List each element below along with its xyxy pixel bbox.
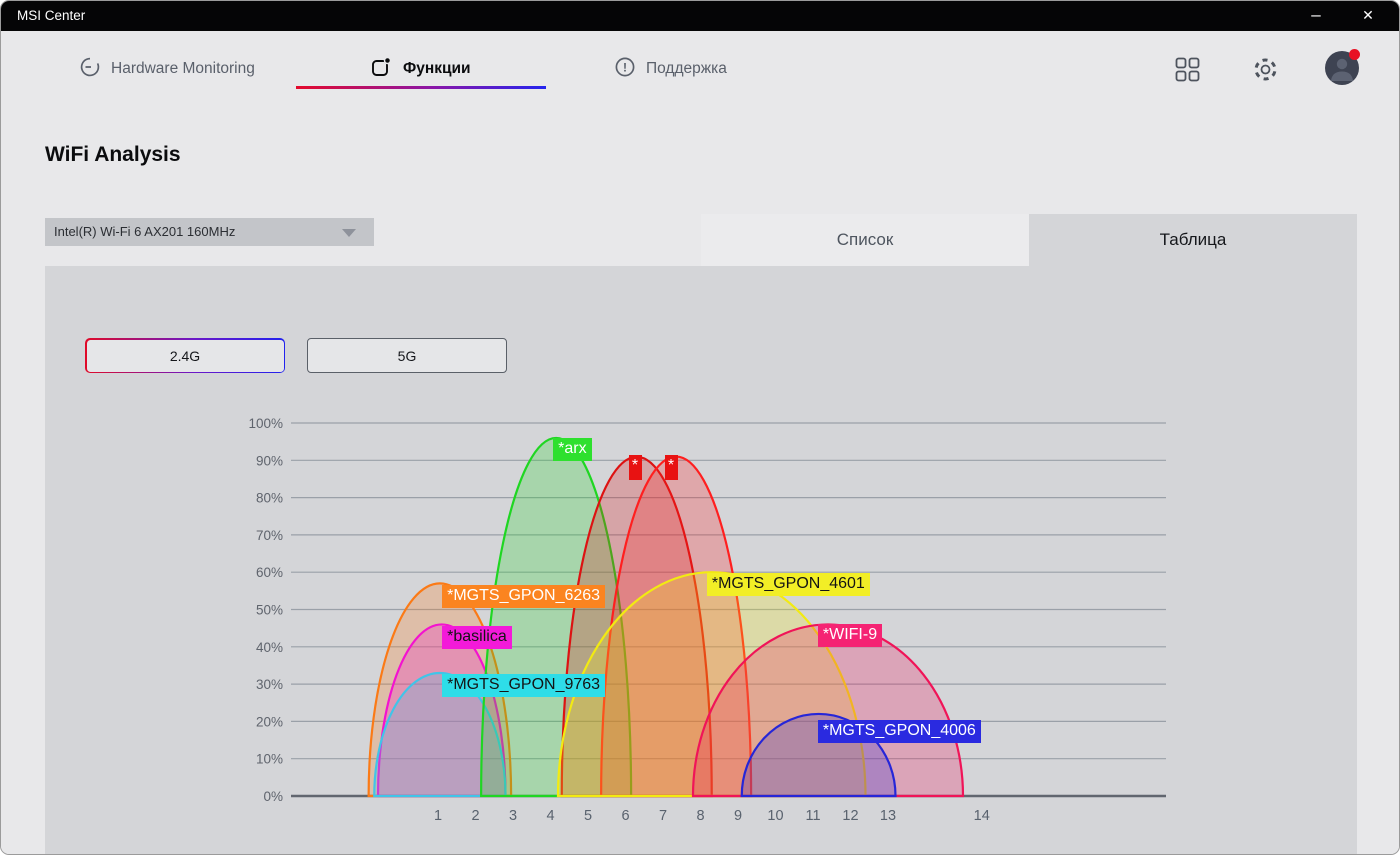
x-axis-label: 5	[584, 808, 592, 824]
active-tab-underline	[296, 86, 546, 89]
x-axis-label: 6	[621, 808, 629, 824]
close-button[interactable]: ✕	[1345, 1, 1391, 31]
avatar[interactable]	[1325, 49, 1360, 85]
x-axis-label: 13	[880, 808, 896, 824]
chart-canvas: 0%10%20%30%40%50%60%70%80%90%100%1 2 3 4 5 6 7…	[248, 416, 1166, 824]
gear-icon[interactable]	[1252, 56, 1279, 88]
window-title: MSI Center	[17, 8, 86, 23]
nav-item-functions[interactable]: Функции	[369, 47, 471, 91]
x-axis-label: 8	[696, 808, 704, 824]
adapter-dropdown[interactable]: Intel(R) Wi-Fi 6 AX201 160MHz	[45, 218, 374, 246]
functions-icon	[369, 55, 393, 84]
nav-label: Поддержка	[646, 60, 727, 77]
wifi-channel-chart: 0% 10% 20% 30% 40% 50% 60% 70% 80% 90% 100% 1 2 3 4 5 6 7…	[231, 401, 1191, 831]
x-axis-label: 4	[546, 808, 554, 824]
adapter-dropdown-value: Intel(R) Wi-Fi 6 AX201 160MHz	[54, 224, 236, 239]
nav-item-support[interactable]: ! Поддержка	[614, 47, 727, 91]
grid-icon[interactable]	[1175, 57, 1200, 87]
y-axis-label: 10%	[256, 752, 283, 767]
x-axis-label: 1	[434, 808, 442, 824]
y-axis-label: 100%	[248, 416, 283, 431]
x-axis-label: 3	[509, 808, 517, 824]
y-axis-label: 60%	[256, 565, 283, 580]
tab-list-view[interactable]: Список	[701, 214, 1029, 266]
page-body: Hardware Monitoring Функции ! Поддержка	[1, 31, 1399, 854]
svg-text:!: !	[623, 60, 627, 74]
chevron-down-icon	[342, 229, 356, 237]
band-button-5g[interactable]: 5G	[307, 338, 507, 373]
x-axis-label: 2	[471, 808, 479, 824]
y-axis-label: 70%	[256, 528, 283, 543]
nav-item-hardware-monitoring[interactable]: Hardware Monitoring	[79, 47, 255, 91]
y-axis-label: 20%	[256, 714, 283, 729]
title-bar: MSI Center – ✕	[1, 1, 1399, 31]
y-axis-label: 90%	[256, 453, 283, 468]
app-window: MSI Center – ✕ Hardware Monitoring Функц…	[0, 0, 1400, 855]
page-title: WiFi Analysis	[45, 143, 181, 166]
tab-table-view[interactable]: Таблица	[1029, 214, 1357, 266]
y-axis-label: 30%	[256, 677, 283, 692]
x-axis-label: 14	[974, 808, 990, 824]
y-axis-label: 40%	[256, 640, 283, 655]
x-axis-label: 10	[767, 808, 783, 824]
x-axis-label: 7	[659, 808, 667, 824]
y-axis-label: 0%	[263, 789, 283, 804]
x-axis-label: 12	[842, 808, 858, 824]
notification-dot	[1349, 49, 1360, 60]
x-axis-label: 9	[734, 808, 742, 824]
wifi-analysis-panel: 2.4G 5G 0% 10% 20% 30% 40% 50% 60% 70% 80% 90% 100…	[45, 266, 1357, 854]
gauge-icon	[79, 56, 101, 83]
nav-label: Функции	[403, 60, 471, 77]
x-axis-label: 11	[805, 808, 820, 824]
band-button-2-4g[interactable]: 2.4G	[85, 338, 285, 373]
support-icon: !	[614, 56, 636, 83]
minimize-button[interactable]: –	[1293, 1, 1339, 31]
y-axis-label: 80%	[256, 491, 283, 506]
nav-label: Hardware Monitoring	[111, 60, 255, 77]
band-button-2-4g-label: 2.4G	[86, 339, 284, 372]
y-axis-label: 50%	[256, 603, 283, 618]
